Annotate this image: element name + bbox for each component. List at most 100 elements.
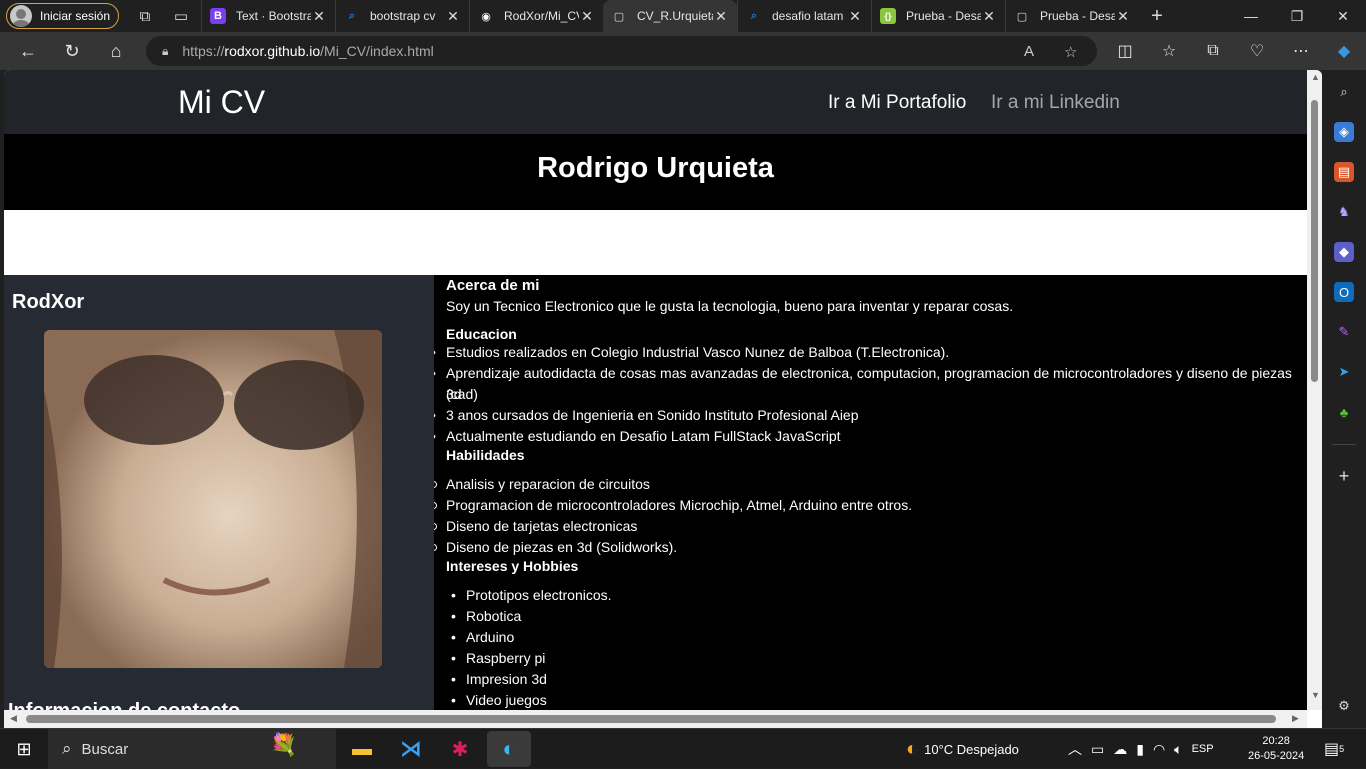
about-heading: Acerca de mi [446,277,540,294]
notification-count: 5 [1339,744,1345,754]
sidebar-settings-icon[interactable]: ⚙ [1334,696,1354,716]
search-placeholder: Buscar [81,740,129,758]
browser-tab[interactable]: ▢ Prueba - Desafío✕ [1005,0,1139,32]
onedrive-icon[interactable]: ☁ [1113,741,1127,758]
list-item: Impresion 3d [451,669,547,690]
tab-title: Text · Bootstrap [236,9,311,23]
taskbar-search[interactable]: ⌕ Buscar 💐 [48,729,336,769]
add-sidebar-app-icon[interactable]: + [1334,466,1354,486]
outlook-icon[interactable]: O [1334,282,1354,302]
tab-bar: Iniciar sesión ⧉ ▭ BText · Bootstrap✕⌕bo… [0,0,1366,32]
horizontal-scrollbar[interactable]: ◀ ▶ [4,710,1307,728]
split-screen-icon[interactable]: ◫ [1103,32,1147,70]
file-explorer-icon[interactable]: ▬ [340,731,384,767]
shopping-icon[interactable]: ◈ [1334,122,1354,142]
new-tab-button[interactable]: + [1139,5,1175,28]
tab-favicon-icon: B [210,8,226,24]
clock[interactable]: 20:28 26-05-2024 [1248,729,1304,769]
clock-time: 20:28 [1262,735,1290,747]
url-field[interactable]: 🔒︎ https://rodxor.github.io/Mi_CV/index.… [146,36,1097,66]
close-tab-icon[interactable]: ✕ [981,8,997,25]
scroll-right-icon[interactable]: ▶ [1292,713,1299,724]
chevron-up-icon[interactable]: ︿ [1068,739,1082,759]
games-icon[interactable]: ♞ [1334,202,1354,222]
edge-taskbar-icon[interactable]: ◐ [487,731,531,767]
send-icon[interactable]: ➤ [1334,362,1354,382]
notifications-icon[interactable]: ▤ 5 [1324,729,1344,769]
horizontal-scroll-thumb[interactable] [26,715,1276,723]
home-icon[interactable]: ⌂ [94,32,138,70]
list-item: Prototipos electronicos. [451,585,611,606]
address-bar-row: ← ↻ ⌂ 🔒︎ https://rodxor.github.io/Mi_CV/… [0,32,1366,70]
vertical-scroll-thumb[interactable] [1311,100,1318,382]
list-item-continuation: (cad) [446,386,478,402]
close-tab-icon[interactable]: ✕ [579,8,595,25]
list-item: Diseno de piezas en 3d (Solidworks). [434,537,677,558]
copilot-side-icon[interactable]: ◆ [1334,242,1354,262]
refresh-icon[interactable]: ↻ [50,32,94,70]
nav-link-linkedin[interactable]: Ir a mi Linkedin [991,92,1120,114]
close-window-button[interactable]: ✕ [1320,0,1366,32]
browser-tab[interactable]: ⌕ desafio latam ✕ [737,0,871,32]
start-icon[interactable]: ⊞ [2,731,46,767]
close-tab-icon[interactable]: ✕ [311,8,327,25]
volume-icon[interactable]: 🔈︎ [1174,741,1182,758]
workspaces-icon[interactable]: ⧉ [127,2,163,30]
tree-icon[interactable]: ♣ [1334,402,1354,422]
browser-essentials-icon[interactable]: ♡ [1235,32,1279,70]
back-icon[interactable]: ← [6,32,50,70]
wifi-icon[interactable]: ◠ [1153,741,1165,758]
list-item: Video juegos [451,690,547,711]
restore-button[interactable]: ❐ [1274,0,1320,32]
list-item: Aprendizaje autodidacta de cosas mas ava… [434,363,1307,405]
tab-title: Prueba - Desafío [906,9,981,23]
slack-icon[interactable]: ✱ [438,731,482,767]
minimize-button[interactable]: — [1228,0,1274,32]
settings-menu-icon[interactable]: ⋯ [1279,32,1323,70]
weather-widget[interactable]: ◐ 10°C Despejado [906,729,1019,769]
collections-icon[interactable]: ⧉ [1191,32,1235,70]
browser-tab[interactable]: B Text · Bootstrap✕ [201,0,335,32]
language-indicator[interactable]: ESP [1192,743,1214,755]
list-item: Estudios realizados en Colegio Industria… [434,342,949,363]
copilot-icon[interactable]: ◆ [1322,32,1366,70]
browser-tab[interactable]: ◉ RodXor/Mi_CV ✕ [469,0,603,32]
close-tab-icon[interactable]: ✕ [445,8,461,25]
scroll-down-icon[interactable]: ▼ [1311,690,1320,700]
close-tab-icon[interactable]: ✕ [1115,8,1131,25]
search-icon[interactable]: ⌕ [1334,82,1354,102]
vertical-scrollbar[interactable]: ▲ ▼ [1307,70,1322,710]
favorites-icon[interactable]: ☆ [1147,32,1191,70]
clock-date: 26-05-2024 [1248,750,1305,762]
meet-icon[interactable]: ▭ [1091,741,1104,758]
browser-tab[interactable]: ▢ CV_R.Urquieta ✕ [603,0,737,32]
list-item: Analisis y reparacion de circuitos [434,474,650,495]
battery-icon[interactable]: ▮ [1136,741,1144,758]
read-aloud-icon[interactable]: A [1024,43,1034,60]
tools-icon[interactable]: ▤ [1334,162,1354,182]
nav-link-portfolio[interactable]: Ir a Mi Portafolio [828,92,966,114]
favorite-star-icon[interactable]: ☆ [1064,43,1077,61]
list-item: Programacion de microcontroladores Micro… [434,495,912,516]
vscode-icon[interactable]: ⋊ [389,731,433,767]
profile-button[interactable]: Iniciar sesión [6,3,119,29]
browser-tab[interactable]: ⌕ bootstrap cv ✕ [335,0,469,32]
lock-icon: 🔒︎ [162,43,169,58]
tab-actions-icon[interactable]: ▭ [163,2,199,30]
tab-title: RodXor/Mi_CV [504,9,579,23]
scroll-left-icon[interactable]: ◀ [10,713,17,724]
system-tray: ︿ ▭ ☁ ▮ ◠ 🔈︎ ESP [1068,729,1214,769]
profile-photo [44,330,382,668]
browser-tab[interactable]: {} Prueba - Desafío✕ [871,0,1005,32]
scroll-up-icon[interactable]: ▲ [1311,72,1320,82]
profile-column: RodXor Informacion de [4,275,434,728]
close-tab-icon[interactable]: ✕ [713,8,729,25]
tab-title: bootstrap cv [370,9,436,23]
list-item: Diseno de tarjetas electronicas [434,516,637,537]
hero-name: Rodrigo Urquieta [4,134,1307,210]
close-tab-icon[interactable]: ✕ [847,8,863,25]
tab-title: CV_R.Urquieta [637,9,713,23]
designer-icon[interactable]: ✎ [1334,322,1354,342]
tab-favicon-icon: ⌕ [348,9,356,22]
brand-title[interactable]: Mi CV [178,84,265,121]
